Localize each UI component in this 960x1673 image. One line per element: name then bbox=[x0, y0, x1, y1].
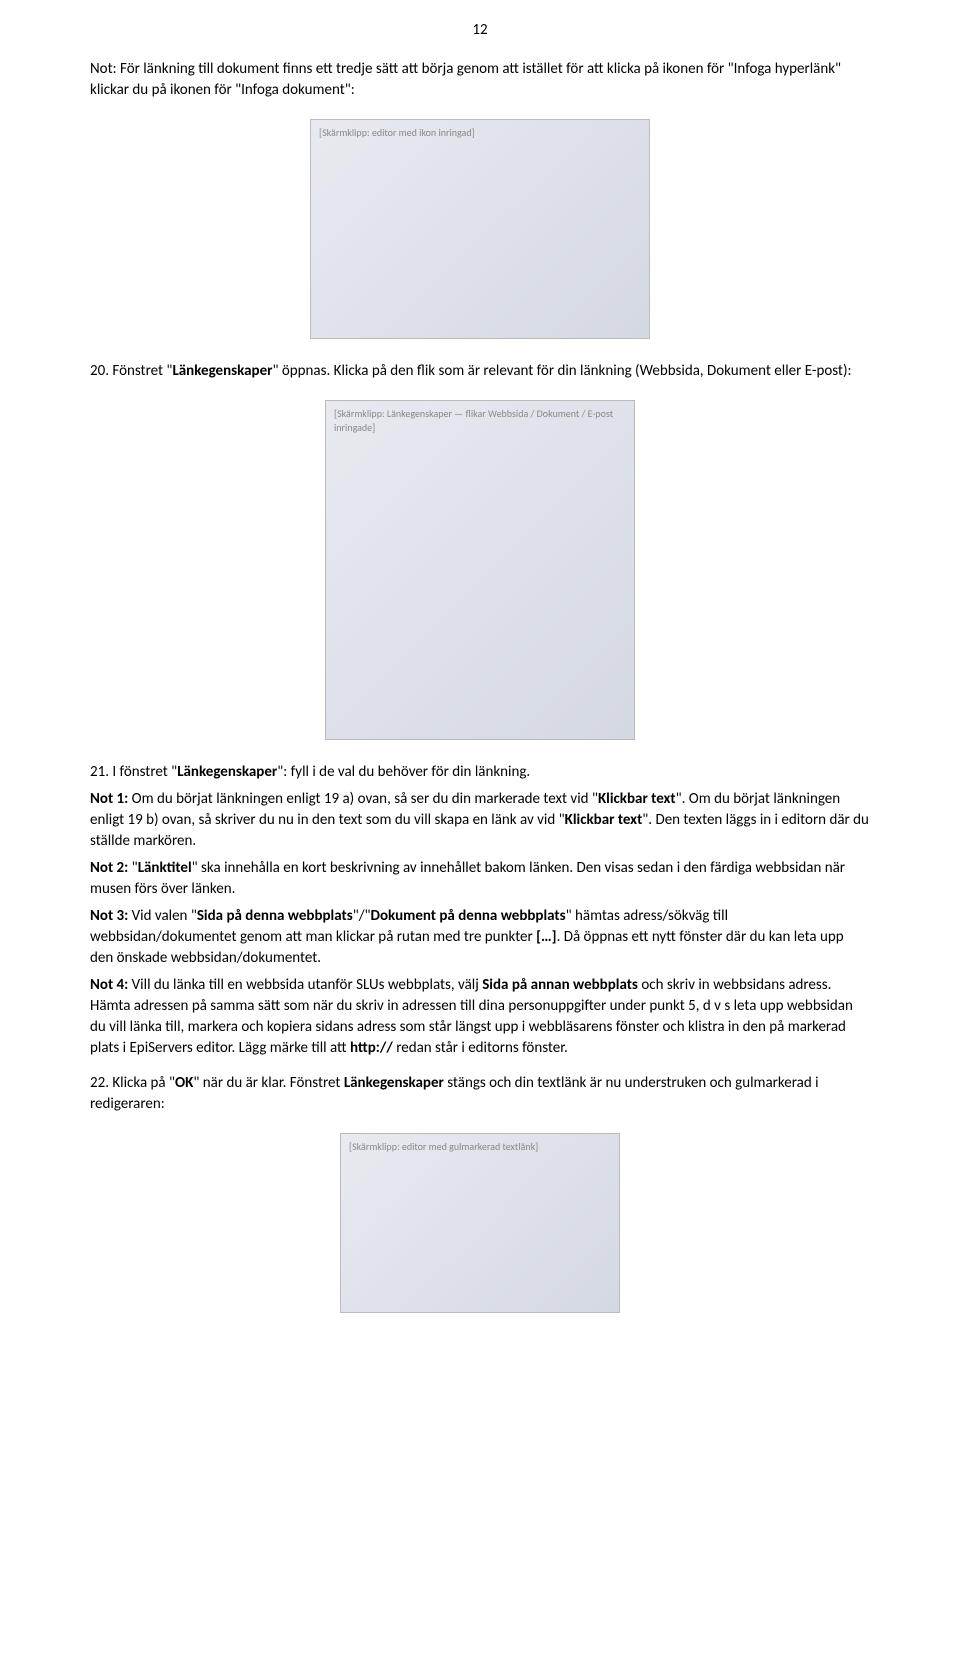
term-lanktitel: Länktitel bbox=[138, 859, 192, 877]
term-ok: OK bbox=[175, 1074, 193, 1092]
term-lankegenskaper: Länkegenskaper bbox=[172, 362, 272, 380]
term-lankegenskaper: Länkegenskaper bbox=[344, 1074, 444, 1092]
text: 20. Fönstret " bbox=[90, 362, 172, 380]
text: 22. Klicka på " bbox=[90, 1074, 175, 1092]
text: " öppnas. Klicka på den flik som är rele… bbox=[272, 362, 851, 380]
term-klickbar-text: Klickbar text bbox=[565, 811, 643, 829]
text: " när du är klar. Fönstret bbox=[193, 1074, 343, 1092]
text: Om du börjat länkningen enligt 19 a) ova… bbox=[128, 790, 598, 808]
text: 21. I fönstret " bbox=[90, 763, 177, 781]
text: Vill du länka till en webbsida utanför S… bbox=[128, 976, 482, 994]
term-sida-pa-denna-webbplats: Sida på denna webbplats bbox=[197, 907, 353, 925]
note-4: Not 4: Vill du länka till en webbsida ut… bbox=[90, 975, 870, 1059]
term-lankegenskaper: Länkegenskaper bbox=[177, 763, 277, 781]
text: " ska innehålla en kort beskrivning av i… bbox=[90, 859, 845, 898]
screenshot-editor-highlighted-link: [Skärmklipp: editor med gulmarkerad text… bbox=[340, 1133, 620, 1313]
step-20: 20. Fönstret "Länkegenskaper" öppnas. Kl… bbox=[90, 361, 870, 382]
note-2: Not 2: "Länktitel" ska innehålla en kort… bbox=[90, 858, 870, 900]
term-brackets: […] bbox=[536, 928, 556, 946]
text: ": fyll i de val du behöver för din länk… bbox=[277, 763, 530, 781]
note-1: Not 1: Om du börjat länkningen enligt 19… bbox=[90, 789, 870, 852]
note-label: Not 4: bbox=[90, 976, 128, 994]
screenshot-label: [Skärmklipp: editor med gulmarkerad text… bbox=[349, 1140, 538, 1154]
term-http: http:// bbox=[350, 1039, 393, 1057]
screenshot-lankegenskaper-dialog: [Skärmklipp: Länkegenskaper — flikar Web… bbox=[325, 400, 635, 740]
intro-note: Not: För länkning till dokument finns et… bbox=[90, 59, 870, 101]
term-dokument-pa-denna-webbplats: Dokument på denna webbplats bbox=[371, 907, 566, 925]
screenshot-editor-toolbar: [Skärmklipp: editor med ikon inringad] bbox=[310, 119, 650, 339]
term-klickbar-text: Klickbar text bbox=[598, 790, 676, 808]
text: " bbox=[128, 859, 137, 877]
note-label: Not 2: bbox=[90, 859, 128, 877]
step-21: 21. I fönstret "Länkegenskaper": fyll i … bbox=[90, 762, 870, 783]
step-22: 22. Klicka på "OK" när du är klar. Fönst… bbox=[90, 1073, 870, 1115]
note-label: Not 1: bbox=[90, 790, 128, 808]
note-label: Not 3: bbox=[90, 907, 128, 925]
screenshot-label: [Skärmklipp: editor med ikon inringad] bbox=[319, 126, 475, 140]
text: Vid valen " bbox=[128, 907, 197, 925]
screenshot-label: [Skärmklipp: Länkegenskaper — flikar Web… bbox=[334, 407, 634, 435]
note-3: Not 3: Vid valen "Sida på denna webbplat… bbox=[90, 906, 870, 969]
text: redan står i editorns fönster. bbox=[393, 1039, 568, 1057]
text: "/" bbox=[353, 907, 371, 925]
page-number: 12 bbox=[90, 20, 870, 41]
term-sida-pa-annan-webbplats: Sida på annan webbplats bbox=[482, 976, 638, 994]
